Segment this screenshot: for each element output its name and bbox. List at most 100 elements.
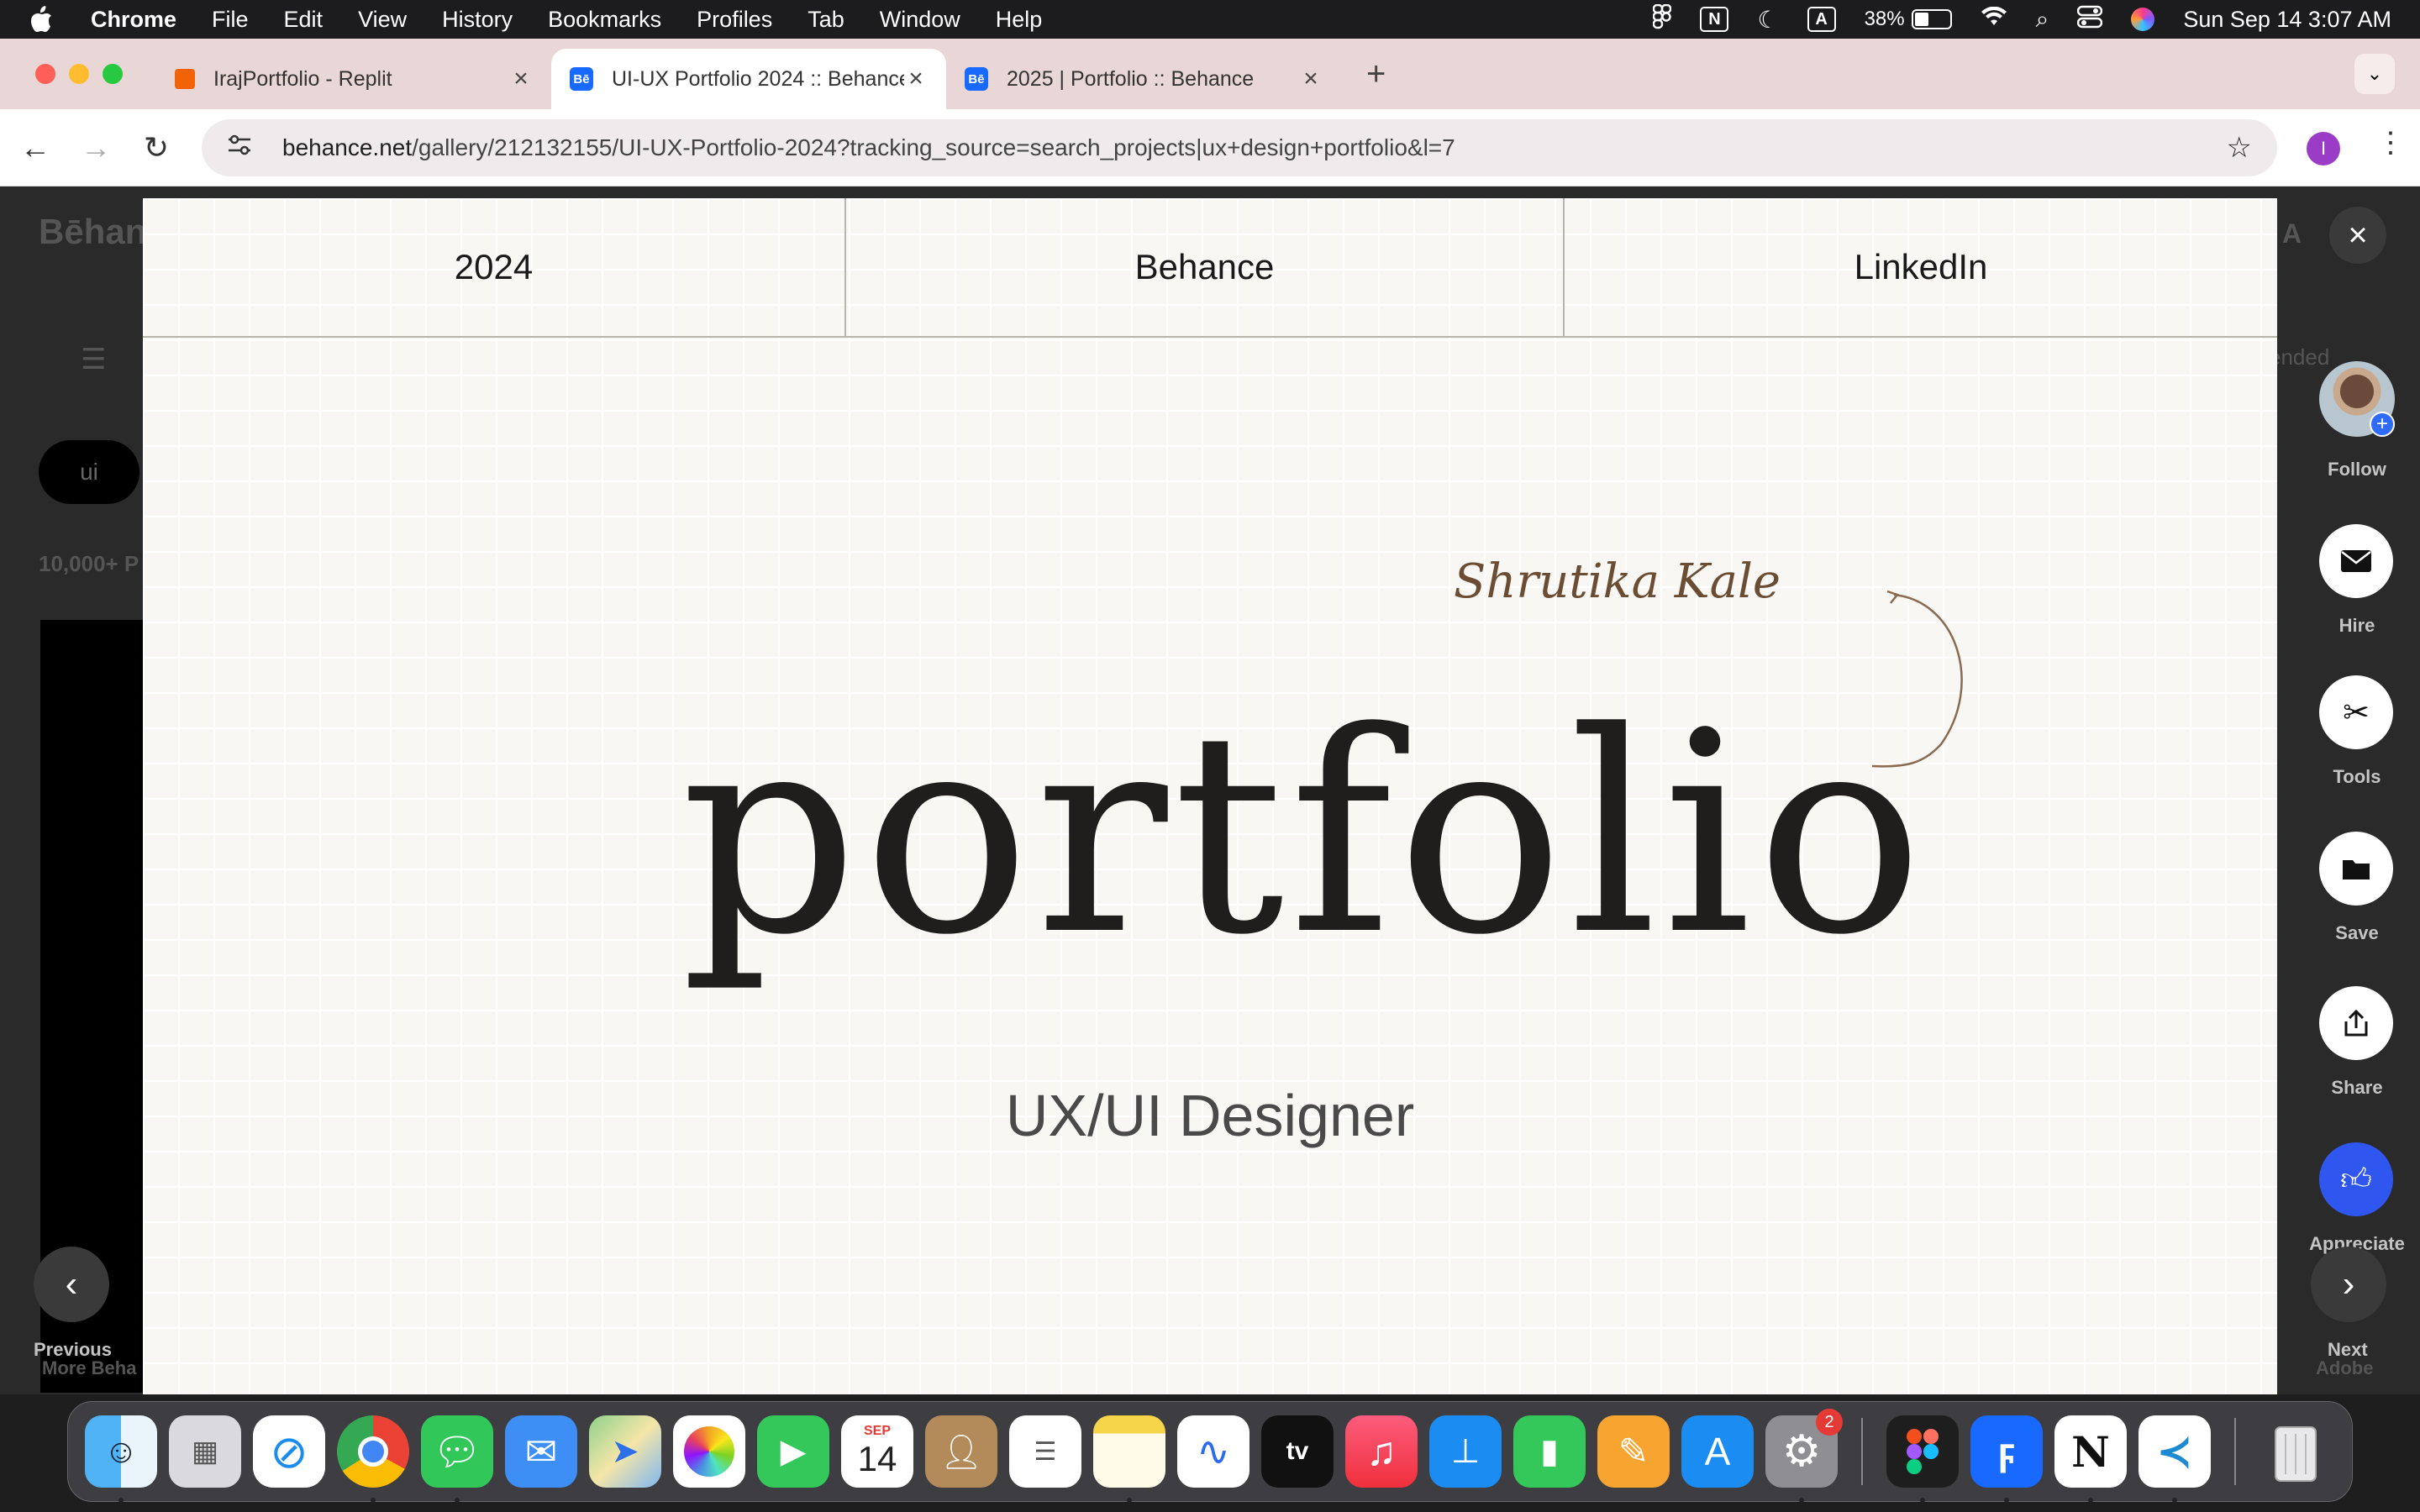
url-path: /gallery/212132155/UI-UX-Portfolio-2024?… xyxy=(412,134,1455,160)
vscode-icon[interactable]: ≺ xyxy=(2139,1415,2211,1503)
numbers-icon[interactable]: ▮ xyxy=(1513,1415,1586,1488)
menubar-clock[interactable]: Sun Sep 14 3:07 AM xyxy=(2183,7,2391,33)
tab-title: IrajPortfolio - Replit xyxy=(213,66,392,91)
menu-tab[interactable]: Tab xyxy=(808,7,844,33)
menu-history[interactable]: History xyxy=(442,7,513,33)
tab-behance-2025[interactable]: Bē 2025 | Portfolio :: Behance × xyxy=(946,49,1341,109)
mail-icon[interactable]: ✉ xyxy=(505,1415,577,1488)
tools-button[interactable]: ✂ xyxy=(2319,675,2393,749)
system-settings-icon[interactable]: ⚙ 2 xyxy=(1765,1409,1843,1503)
close-tab-icon[interactable]: × xyxy=(1299,65,1323,93)
menu-profiles[interactable]: Profiles xyxy=(697,7,772,33)
spotlight-search-icon[interactable]: ⌕ xyxy=(2036,6,2049,34)
launchpad-icon[interactable]: ▦ xyxy=(169,1415,241,1488)
menu-bookmarks[interactable]: Bookmarks xyxy=(548,7,661,33)
dock-divider xyxy=(2234,1418,2236,1485)
battery-percent: 38% xyxy=(1864,8,1905,30)
safari-icon[interactable]: ⊘ xyxy=(253,1415,325,1488)
figma-status-icon[interactable] xyxy=(1653,3,1672,35)
tab-title: UI-UX Portfolio 2024 :: Behance xyxy=(612,66,904,91)
macos-menu-bar: Chrome File Edit View History Bookmarks … xyxy=(0,0,2420,39)
address-bar[interactable]: behance.net/gallery/212132155/UI-UX-Port… xyxy=(202,119,2277,176)
messages-icon[interactable]: 💬︎ xyxy=(421,1415,493,1503)
header-year: 2024 xyxy=(143,198,846,336)
save-label: Save xyxy=(2335,922,2379,943)
siri-icon[interactable] xyxy=(2131,8,2155,31)
framer-icon[interactable]: ϝ xyxy=(1970,1415,2043,1503)
previous-project-button[interactable]: ‹ xyxy=(34,1247,109,1322)
running-indicator xyxy=(371,1498,376,1503)
close-window-button[interactable] xyxy=(35,64,55,84)
keynote-icon[interactable]: ⊥ xyxy=(1429,1415,1502,1488)
notion-icon[interactable]: N xyxy=(2054,1415,2127,1503)
photos-icon[interactable] xyxy=(673,1415,745,1488)
trash-icon[interactable] xyxy=(2260,1415,2332,1488)
reload-icon[interactable]: ↻ xyxy=(131,130,182,165)
designer-signature: Shrutika Kale xyxy=(1454,554,1781,609)
next-project-button[interactable]: › xyxy=(2311,1247,2386,1322)
menu-app-name[interactable]: Chrome xyxy=(91,7,176,33)
menu-view[interactable]: View xyxy=(358,7,407,33)
menu-file[interactable]: File xyxy=(212,7,249,33)
behance-icon: Bē xyxy=(965,67,988,91)
share-button[interactable] xyxy=(2319,986,2393,1060)
notion-status-icon[interactable]: N xyxy=(1700,7,1729,32)
notes-icon[interactable] xyxy=(1093,1415,1165,1503)
figma-icon[interactable] xyxy=(1886,1415,1959,1503)
apple-tv-icon[interactable]: tv xyxy=(1261,1415,1334,1488)
browser-tab-strip: IrajPortfolio - Replit × Bē UI-UX Portfo… xyxy=(0,39,2420,109)
forward-arrow-icon[interactable]: → xyxy=(71,130,121,165)
running-indicator xyxy=(1920,1498,1925,1503)
pages-icon[interactable]: ✎ xyxy=(1597,1415,1670,1488)
new-tab-icon[interactable]: + xyxy=(1366,55,1386,93)
battery-status[interactable]: 38% xyxy=(1865,8,1952,31)
finder-icon[interactable]: ☺ xyxy=(85,1415,157,1503)
save-button[interactable] xyxy=(2319,832,2393,906)
wifi-icon[interactable] xyxy=(1981,6,2007,33)
chrome-menu-icon[interactable]: ⋮ xyxy=(2376,126,2405,160)
input-source-icon[interactable]: A xyxy=(1807,7,1836,32)
music-icon[interactable]: ♫ xyxy=(1345,1415,1418,1488)
close-modal-button[interactable]: × xyxy=(2329,207,2386,264)
chrome-icon[interactable] xyxy=(337,1415,409,1503)
url-host: behance.net xyxy=(282,134,413,160)
hire-button[interactable] xyxy=(2319,524,2393,598)
maps-icon[interactable]: ➤ xyxy=(589,1415,661,1488)
tab-replit[interactable]: IrajPortfolio - Replit × xyxy=(156,49,551,109)
tab-behance-2024[interactable]: Bē UI-UX Portfolio 2024 :: Behance × xyxy=(551,49,946,109)
menu-window[interactable]: Window xyxy=(880,7,960,33)
menu-edit[interactable]: Edit xyxy=(284,7,324,33)
appreciate-button[interactable]: 👍︎ xyxy=(2319,1142,2393,1216)
close-tab-icon[interactable]: × xyxy=(509,65,533,93)
tab-title: 2025 | Portfolio :: Behance xyxy=(1007,66,1255,91)
contacts-icon[interactable]: 👤︎ xyxy=(925,1415,997,1488)
next-label: Next xyxy=(2328,1339,2368,1360)
focus-moon-icon[interactable]: ☾ xyxy=(1757,6,1778,34)
calendar-icon[interactable]: SEP 14 xyxy=(841,1415,913,1488)
apple-menu-icon[interactable] xyxy=(29,5,66,34)
close-tab-icon[interactable]: × xyxy=(904,65,928,93)
chrome-profile-avatar[interactable]: I xyxy=(2307,132,2340,165)
follow-plus-icon[interactable]: + xyxy=(2370,412,2395,437)
back-arrow-icon[interactable]: ← xyxy=(10,130,60,165)
macos-dock: ☺ ▦ ⊘ 💬︎ ✉ ➤ ▶ SEP 14 👤︎ ☰ ∿ tv ♫ ⊥ ▮ ✎ … xyxy=(67,1401,2353,1503)
reminders-icon[interactable]: ☰ xyxy=(1009,1415,1081,1488)
app-store-icon[interactable]: A xyxy=(1681,1415,1754,1488)
control-center-icon[interactable] xyxy=(2077,5,2103,34)
url-text[interactable]: behance.net/gallery/212132155/UI-UX-Port… xyxy=(282,134,1455,161)
browser-toolbar: ← → ↻ behance.net/gallery/212132155/UI-U… xyxy=(0,109,2420,186)
site-settings-icon[interactable] xyxy=(227,134,257,162)
portfolio-wordmark: portfolio xyxy=(681,673,1928,995)
minimize-window-button[interactable] xyxy=(69,64,89,84)
results-count: 10,000+ P xyxy=(39,551,139,576)
adobe-logo-icon: A xyxy=(2282,218,2302,249)
follow-label: Follow xyxy=(2328,459,2386,480)
facetime-icon[interactable]: ▶ xyxy=(757,1415,829,1488)
zoom-window-button[interactable] xyxy=(103,64,123,84)
bookmark-star-icon[interactable]: ☆ xyxy=(2227,131,2252,165)
menu-help[interactable]: Help xyxy=(996,7,1043,33)
running-indicator xyxy=(2172,1498,2177,1503)
tools-label: Tools xyxy=(2333,766,2381,787)
freeform-icon[interactable]: ∿ xyxy=(1177,1415,1249,1488)
tab-search-chevron-icon[interactable]: ⌄ xyxy=(2354,54,2395,94)
